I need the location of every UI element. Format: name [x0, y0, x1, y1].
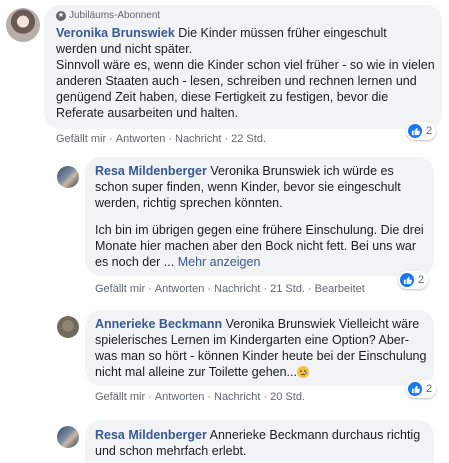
avatar[interactable]: [6, 8, 40, 42]
reply-link[interactable]: Antworten: [155, 283, 205, 295]
comment-text: Annerieke Beckmann Veronika Brunswiek Vi…: [95, 316, 429, 380]
timestamp[interactable]: 21 Std.: [270, 283, 305, 295]
edited-label[interactable]: Bearbeitet: [315, 283, 365, 295]
comment-text-body: werden und nicht später. Sinnvoll wäre e…: [56, 42, 435, 120]
message-link[interactable]: Nachricht: [214, 391, 260, 403]
author-name[interactable]: Veronika Brunswiek: [56, 26, 175, 40]
thumbs-up-icon: [400, 273, 414, 287]
reaction-count[interactable]: 2: [406, 380, 437, 398]
reaction-number: 2: [426, 125, 433, 137]
avatar[interactable]: [57, 316, 79, 338]
comment-text: Resa Mildenberger Annerieke Beckmann dur…: [95, 427, 429, 459]
timestamp[interactable]: 22 Std.: [231, 133, 266, 145]
comment-actions: Gefällt mir · Antworten · Nachricht · 20 Std.: [95, 391, 305, 403]
timestamp[interactable]: 20 Std.: [270, 391, 305, 403]
thumbs-up-icon: [408, 382, 422, 396]
comment-text-paragraph: Ich bin im übrigen gegen eine frühere Ei…: [95, 222, 429, 270]
thumbs-up-icon: [408, 124, 422, 138]
like-link[interactable]: Gefällt mir: [95, 283, 145, 295]
comment-text: Veronika Brunswiek Die Kinder müssen frü…: [56, 25, 436, 121]
reaction-number: 2: [418, 274, 425, 286]
reaction-count[interactable]: 2: [398, 271, 429, 289]
badge-label: Jubiläums-Abonnent: [69, 10, 161, 21]
comment-actions: Gefällt mir · Antworten · Nachricht · 21 Std. ·…: [95, 283, 365, 295]
avatar[interactable]: [57, 426, 79, 448]
reply-link[interactable]: Antworten: [116, 133, 166, 145]
face-with-tear-emoji-icon: [296, 366, 309, 378]
author-name[interactable]: Resa Mildenberger: [95, 428, 207, 442]
reaction-count[interactable]: 2: [406, 122, 437, 140]
message-link[interactable]: Nachricht: [214, 283, 260, 295]
comment-text: Resa Mildenberger Veronika Brunswiek ich…: [95, 163, 429, 211]
author-name[interactable]: Resa Mildenberger: [95, 164, 207, 178]
reaction-number: 2: [426, 383, 433, 395]
see-more-link[interactable]: Mehr anzeigen: [178, 255, 261, 269]
reply-link[interactable]: Antworten: [155, 391, 205, 403]
message-link[interactable]: Nachricht: [175, 133, 221, 145]
comment-actions: Gefällt mir · Antworten · Nachricht · 22 Std.: [56, 133, 266, 145]
author-name[interactable]: Annerieke Beckmann: [95, 317, 222, 331]
comment-text-first-line: Die Kinder müssen früher eingeschult: [174, 26, 387, 40]
fan-badge: ★ Jubiläums-Abonnent: [56, 10, 160, 21]
like-link[interactable]: Gefällt mir: [56, 133, 106, 145]
avatar[interactable]: [57, 166, 79, 188]
badge-star-icon: ★: [56, 10, 66, 21]
like-link[interactable]: Gefällt mir: [95, 391, 145, 403]
